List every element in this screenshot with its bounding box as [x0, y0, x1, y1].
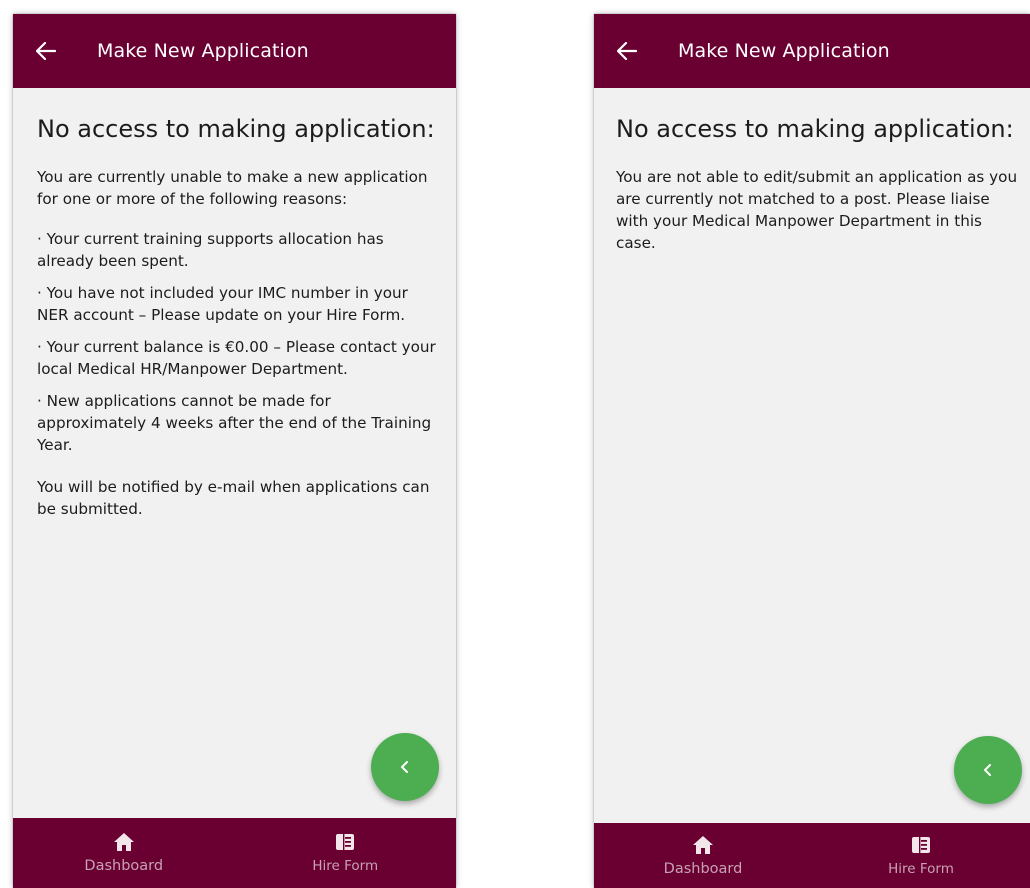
nav-dashboard[interactable]: Dashboard [594, 823, 812, 888]
back-fab-button[interactable] [954, 736, 1022, 804]
form-icon [910, 835, 932, 855]
list-item: · New applications cannot be made for ap… [37, 392, 432, 454]
arrow-left-icon[interactable] [35, 40, 57, 62]
heading: No access to making application: [37, 115, 435, 143]
bottom-nav: Dashboard Hire Form [594, 823, 1030, 888]
intro-text: You are currently unable to make a new a… [37, 168, 428, 208]
phone-screen-left: Make New Application No access to making… [13, 14, 456, 888]
nav-dashboard-label: Dashboard [663, 860, 743, 877]
home-icon [692, 835, 714, 855]
content-area: No access to making application: You are… [616, 113, 1020, 272]
form-icon [334, 832, 356, 852]
chevron-left-icon [400, 758, 410, 777]
home-icon [113, 832, 135, 852]
nav-dashboard-label: Dashboard [84, 858, 164, 874]
list-item: · Your current balance is €0.00 – Please… [37, 338, 436, 378]
heading: No access to making application: [616, 115, 1014, 143]
reasons-list: · Your current training supports allocat… [37, 228, 440, 456]
message-text: You are not able to edit/submit an appli… [616, 168, 1018, 252]
page-title: Make New Application [678, 40, 890, 62]
app-bar: Make New Application [13, 14, 456, 88]
nav-hire-form[interactable]: Hire Form [235, 818, 457, 888]
nav-hire-form-label: Hire Form [888, 860, 954, 877]
app-bar: Make New Application [594, 14, 1030, 88]
page-title: Make New Application [97, 40, 309, 62]
chevron-left-icon [983, 761, 993, 780]
footer-note: You will be notified by e-mail when appl… [37, 478, 430, 518]
list-item: · You have not included your IMC number … [37, 284, 408, 324]
arrow-left-icon[interactable] [616, 40, 638, 62]
content-area: No access to making application: You are… [37, 113, 440, 538]
nav-hire-form[interactable]: Hire Form [812, 823, 1030, 888]
bottom-nav: Dashboard Hire Form [13, 818, 456, 888]
phone-screen-right: Make New Application No access to making… [594, 14, 1030, 888]
list-item: · Your current training supports allocat… [37, 230, 384, 270]
nav-hire-form-label: Hire Form [312, 858, 379, 874]
back-fab-button[interactable] [371, 733, 439, 801]
nav-dashboard[interactable]: Dashboard [13, 818, 235, 888]
